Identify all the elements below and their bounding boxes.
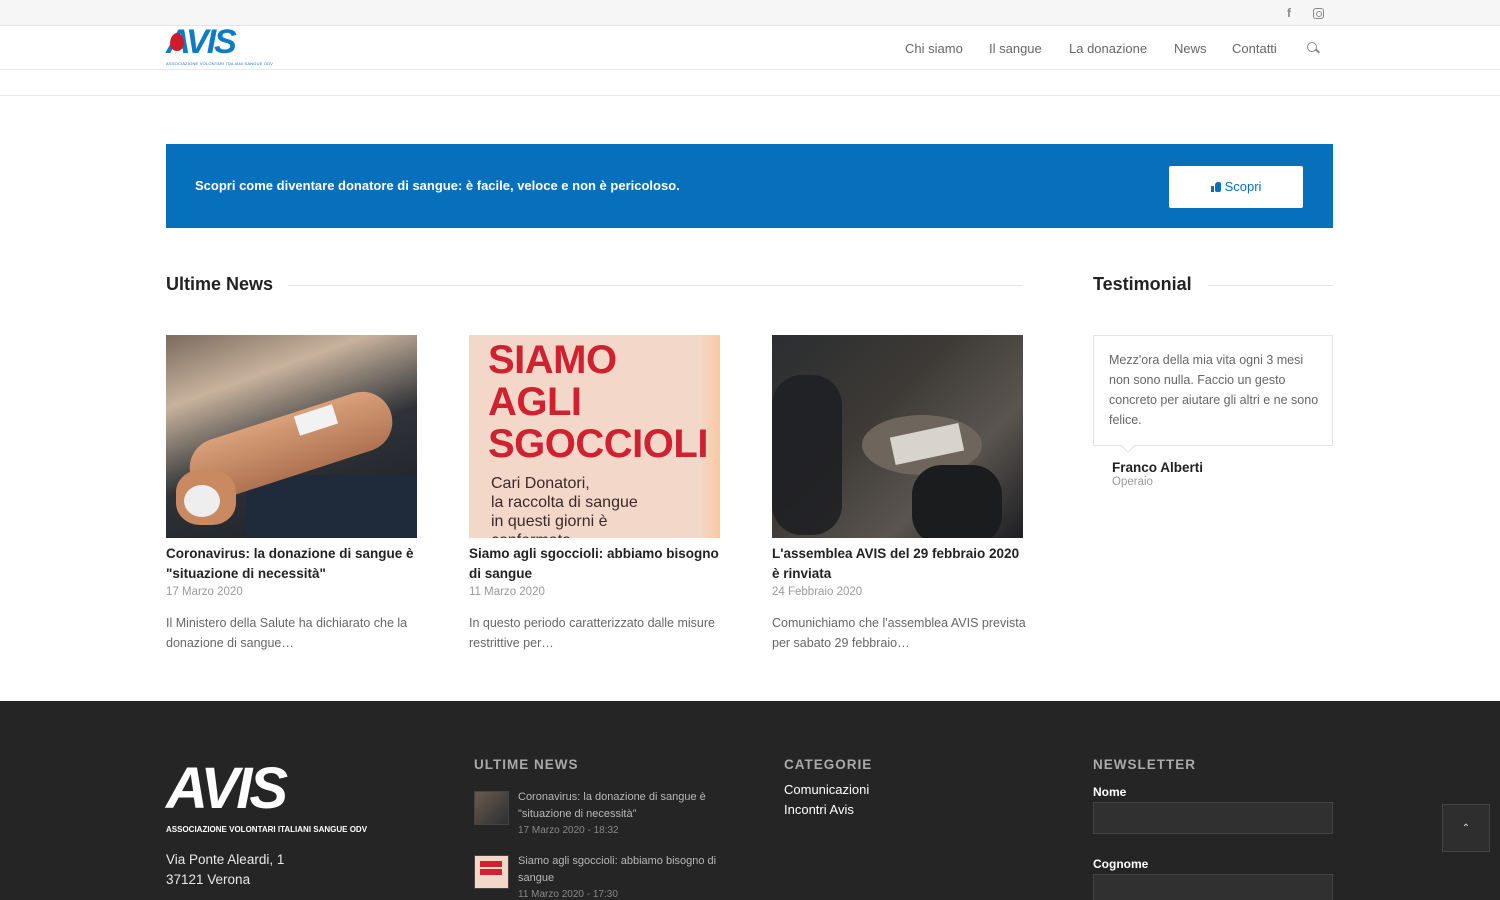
testimonial-name: Franco Alberti bbox=[1112, 460, 1204, 475]
testimonial-box: Mezz'ora della mia vita ogni 3 mesi non … bbox=[1093, 335, 1333, 446]
image-body-line: la raccolta di sangue bbox=[491, 494, 638, 511]
site-header: AVIS ASSOCIAZIONE VOLONTARI ITALIANI SAN… bbox=[0, 24, 1500, 70]
image-headline-line: AGLI bbox=[488, 380, 582, 424]
cognome-label: Cognome bbox=[1093, 857, 1149, 871]
facebook-icon[interactable]: f bbox=[1280, 4, 1298, 22]
cognome-input[interactable] bbox=[1093, 874, 1333, 900]
testimonial-role: Operaio bbox=[1112, 476, 1153, 488]
image-headline-line: SGOCCIOLI bbox=[488, 422, 708, 466]
nome-input[interactable] bbox=[1093, 802, 1333, 834]
address-line: Via Ponte Aleardi, 1 bbox=[166, 852, 285, 867]
logo-subtitle: ASSOCIAZIONE VOLONTARI ITALIANI SANGUE O… bbox=[166, 61, 274, 66]
testimonial-section-title: Testimonial bbox=[1093, 274, 1192, 294]
nome-label: Nome bbox=[1093, 785, 1127, 799]
cta-banner: Scopri come diventare donatore di sangue… bbox=[166, 144, 1333, 228]
footer-news-item-date: 17 Marzo 2020 - 18:32 bbox=[518, 825, 619, 836]
news-section-title: Ultime News bbox=[166, 274, 274, 294]
news-thumbnail bbox=[474, 855, 509, 889]
site-logo[interactable]: AVIS ASSOCIAZIONE VOLONTARI ITALIANI SAN… bbox=[166, 24, 273, 69]
news-title[interactable]: Coronavirus: la donazione di sangue è "s… bbox=[166, 544, 421, 583]
news-date: 11 Marzo 2020 bbox=[469, 586, 545, 598]
news-image-coronavirus[interactable] bbox=[166, 335, 417, 538]
chevron-up-icon: ⌃ bbox=[1461, 823, 1471, 834]
news-date: 24 Febbraio 2020 bbox=[772, 586, 863, 598]
footer-categories-title: CATEGORIE bbox=[784, 757, 873, 772]
news-excerpt: Comunichiamo che l'assemblea AVIS previs… bbox=[772, 616, 1026, 650]
search-icon[interactable] bbox=[1306, 41, 1320, 55]
thumbs-up-icon bbox=[1210, 182, 1221, 192]
news-thumbnail bbox=[474, 791, 509, 825]
footer-news-item-title: Siamo agli sgoccioli: abbiamo bisogno di… bbox=[518, 855, 717, 884]
instagram-icon[interactable] bbox=[1309, 4, 1327, 22]
footer-newsletter-title: NEWSLETTER bbox=[1093, 757, 1196, 772]
category-link[interactable]: Comunicazioni bbox=[784, 782, 869, 797]
footer-address: Via Ponte Aleardi, 1 37121 Verona bbox=[166, 850, 284, 890]
header-divider bbox=[0, 95, 1500, 96]
footer-logo: AVIS ASSOCIAZIONE VOLONTARI ITALIANI SAN… bbox=[166, 756, 367, 839]
news-excerpt: Il Ministero della Salute ha dichiarato … bbox=[166, 616, 408, 650]
news-image-assemblea[interactable] bbox=[772, 335, 1023, 538]
news-excerpt: In questo periodo caratterizzato dalle m… bbox=[469, 616, 715, 650]
scopri-button-label: Scopri bbox=[1224, 179, 1262, 194]
address-line: 37121 Verona bbox=[166, 872, 251, 887]
news-title[interactable]: L'assemblea AVIS del 29 febbraio 2020 è … bbox=[772, 544, 1027, 583]
news-date: 17 Marzo 2020 bbox=[166, 586, 243, 598]
image-body-line: Cari Donatori, bbox=[491, 475, 590, 492]
image-headline-line: SIAMO bbox=[488, 338, 617, 382]
testimonial-quote: Mezz'ora della mia vita ogni 3 mesi non … bbox=[1109, 353, 1319, 427]
scopri-button[interactable]: Scopri bbox=[1169, 166, 1303, 208]
image-body-line: in questi giorni è bbox=[491, 513, 608, 530]
testimonial-section-divider bbox=[1208, 285, 1333, 286]
blood-drop-icon bbox=[170, 33, 184, 51]
nav-news[interactable]: News bbox=[1174, 41, 1207, 56]
banner-text: Scopri come diventare donatore di sangue… bbox=[195, 178, 680, 193]
footer-news-item-title: Coronavirus: la donazione di sangue è "s… bbox=[518, 791, 706, 820]
image-body-line: confermata bbox=[491, 531, 571, 538]
footer-logo-text: AVIS bbox=[166, 756, 288, 821]
nav-contatti[interactable]: Contatti bbox=[1232, 41, 1277, 56]
scroll-to-top-button[interactable]: ⌃ bbox=[1442, 804, 1490, 852]
news-section-divider bbox=[288, 285, 1023, 286]
news-image-sgoccioli[interactable]: SIAMO AGLI SGOCCIOLI Cari Donatori, la r… bbox=[469, 335, 720, 538]
site-footer: AVIS ASSOCIAZIONE VOLONTARI ITALIANI SAN… bbox=[0, 701, 1500, 900]
nav-chi-siamo[interactable]: Chi siamo bbox=[905, 41, 963, 56]
nav-la-donazione[interactable]: La donazione bbox=[1069, 41, 1147, 56]
category-link[interactable]: Incontri Avis bbox=[784, 802, 854, 817]
nav-il-sangue[interactable]: Il sangue bbox=[989, 41, 1042, 56]
footer-news-item-date: 11 Marzo 2020 - 17:30 bbox=[518, 889, 618, 900]
footer-logo-subtitle: ASSOCIAZIONE VOLONTARI ITALIANI SANGUE O… bbox=[166, 825, 368, 834]
news-title[interactable]: Siamo agli sgoccioli: abbiamo bisogno di… bbox=[469, 544, 724, 583]
footer-news-title: ULTIME NEWS bbox=[474, 757, 579, 772]
